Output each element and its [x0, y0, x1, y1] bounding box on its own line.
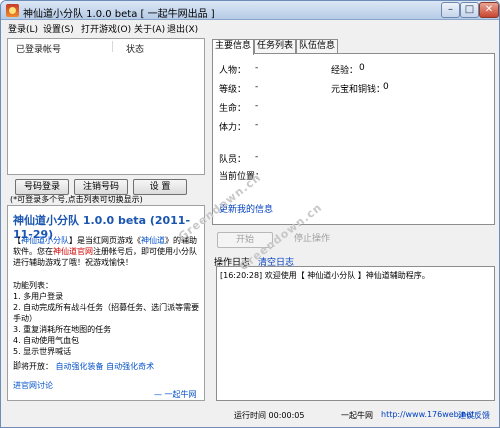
- footer-brand: 一起牛网: [341, 411, 373, 420]
- minimize-button[interactable]: –: [441, 2, 460, 18]
- log-box[interactable]: [16:20:28] 欢迎使用【 神仙道小分队 】神仙道辅助程序。: [216, 266, 495, 401]
- exp-label: 经验：: [331, 66, 359, 76]
- menu-settings[interactable]: 设置(S): [43, 22, 74, 35]
- close-button[interactable]: ✕: [479, 2, 499, 18]
- feature-item: 4. 自动使用气血包: [13, 336, 80, 345]
- team-value: -: [255, 152, 259, 162]
- game-name-link[interactable]: 神仙道: [141, 236, 165, 245]
- position-label: 当前位置：: [219, 172, 265, 182]
- person-label: 人物：: [219, 66, 247, 76]
- maximize-button[interactable]: □: [460, 2, 479, 18]
- feedback-link[interactable]: 建议反馈: [458, 410, 490, 421]
- coming-auto-skill-link[interactable]: 自动强化奇术: [106, 362, 154, 371]
- menu-login[interactable]: 登录(L): [8, 22, 38, 35]
- main-info-panel: 人物： - 经验： 0 等级： - 元宝和铜钱： 0 生命： - 体力： - 队…: [212, 53, 495, 225]
- refresh-info-link[interactable]: 更新我的信息: [219, 202, 273, 215]
- stamina-value: -: [255, 120, 259, 130]
- menu-exit[interactable]: 退出(X): [167, 22, 198, 35]
- feature-item: 2. 自动完成所有战斗任务（招募任务、选门派等需要手动）: [13, 303, 200, 323]
- title-bar: 神仙道小分队 1.0.0 beta [ 一起牛网出品 ] – □ ✕: [1, 1, 499, 20]
- runtime-status: 运行时间 00:00:05: [234, 411, 305, 420]
- team-label: 队员：: [219, 155, 247, 165]
- brand-credit: — 一起牛网出品: [154, 389, 204, 400]
- about-panel: 神仙道小分队 1.0.0 beta (2011-11-29) 【神仙道小分队】是…: [7, 205, 205, 401]
- gold-label: 元宝和铜钱：: [331, 85, 386, 95]
- start-button[interactable]: 开始: [217, 232, 273, 248]
- column-header-status[interactable]: 状态: [126, 42, 144, 55]
- main-window: 神仙道小分队 1.0.0 beta [ 一起牛网出品 ] – □ ✕ 登录(L)…: [0, 0, 500, 428]
- life-label: 生命：: [219, 104, 247, 114]
- stamina-label: 体力：: [219, 123, 247, 133]
- coming-auto-equip-link[interactable]: 自动强化装备: [56, 362, 104, 371]
- feature-item: 1. 多用户登录: [13, 292, 64, 301]
- window-title: 神仙道小分队 1.0.0 beta [ 一起牛网出品 ]: [23, 9, 215, 20]
- gold-value: 0: [383, 82, 389, 92]
- exp-value: 0: [359, 63, 365, 73]
- brand-link[interactable]: — 一起牛网出品: [154, 390, 197, 400]
- menu-bar: 登录(L) 设置(S) 打开游戏(O) 关于(A) 退出(X): [1, 20, 499, 37]
- person-value: -: [255, 63, 259, 73]
- login-button[interactable]: 号码登录: [15, 179, 69, 195]
- feature-item: 3. 重复消耗所在地图的任务: [13, 325, 112, 334]
- settings-button[interactable]: 设 置: [133, 179, 187, 195]
- level-value: -: [255, 82, 259, 92]
- account-list[interactable]: 已登录帐号 状态: [7, 38, 205, 175]
- official-site-link[interactable]: 神仙道官网: [53, 247, 93, 256]
- coming-soon: 即将开放： 自动强化装备 自动强化奇术: [13, 362, 155, 371]
- level-label: 等级：: [219, 85, 247, 95]
- column-header-account[interactable]: 已登录帐号: [16, 42, 61, 55]
- tab-team-info[interactable]: 队伍信息: [296, 39, 338, 54]
- menu-open-game[interactable]: 打开游戏(O): [81, 22, 131, 35]
- about-intro: 【神仙道小分队】是当红网页游戏《神仙道》的辅助软件。您在神仙道官网注册帐号后，即…: [13, 236, 197, 267]
- log-line: [16:20:28] 欢迎使用【 神仙道小分队 】神仙道辅助程序。: [220, 271, 430, 280]
- app-icon: [6, 4, 19, 17]
- features-title: 功能列表：: [13, 281, 53, 290]
- app-name-link[interactable]: 神仙道小分队: [21, 236, 69, 245]
- column-divider: [112, 41, 113, 52]
- tab-task-list[interactable]: 任务列表: [254, 39, 296, 54]
- stop-button[interactable]: 停止操作: [280, 232, 344, 248]
- menu-about[interactable]: 关于(A): [134, 22, 165, 35]
- tab-main-info[interactable]: 主要信息: [212, 39, 254, 55]
- logout-button[interactable]: 注销号码: [74, 179, 128, 195]
- multi-account-hint: (*可登录多个号,点击列表可切换显示): [10, 195, 143, 204]
- life-value: -: [255, 101, 259, 111]
